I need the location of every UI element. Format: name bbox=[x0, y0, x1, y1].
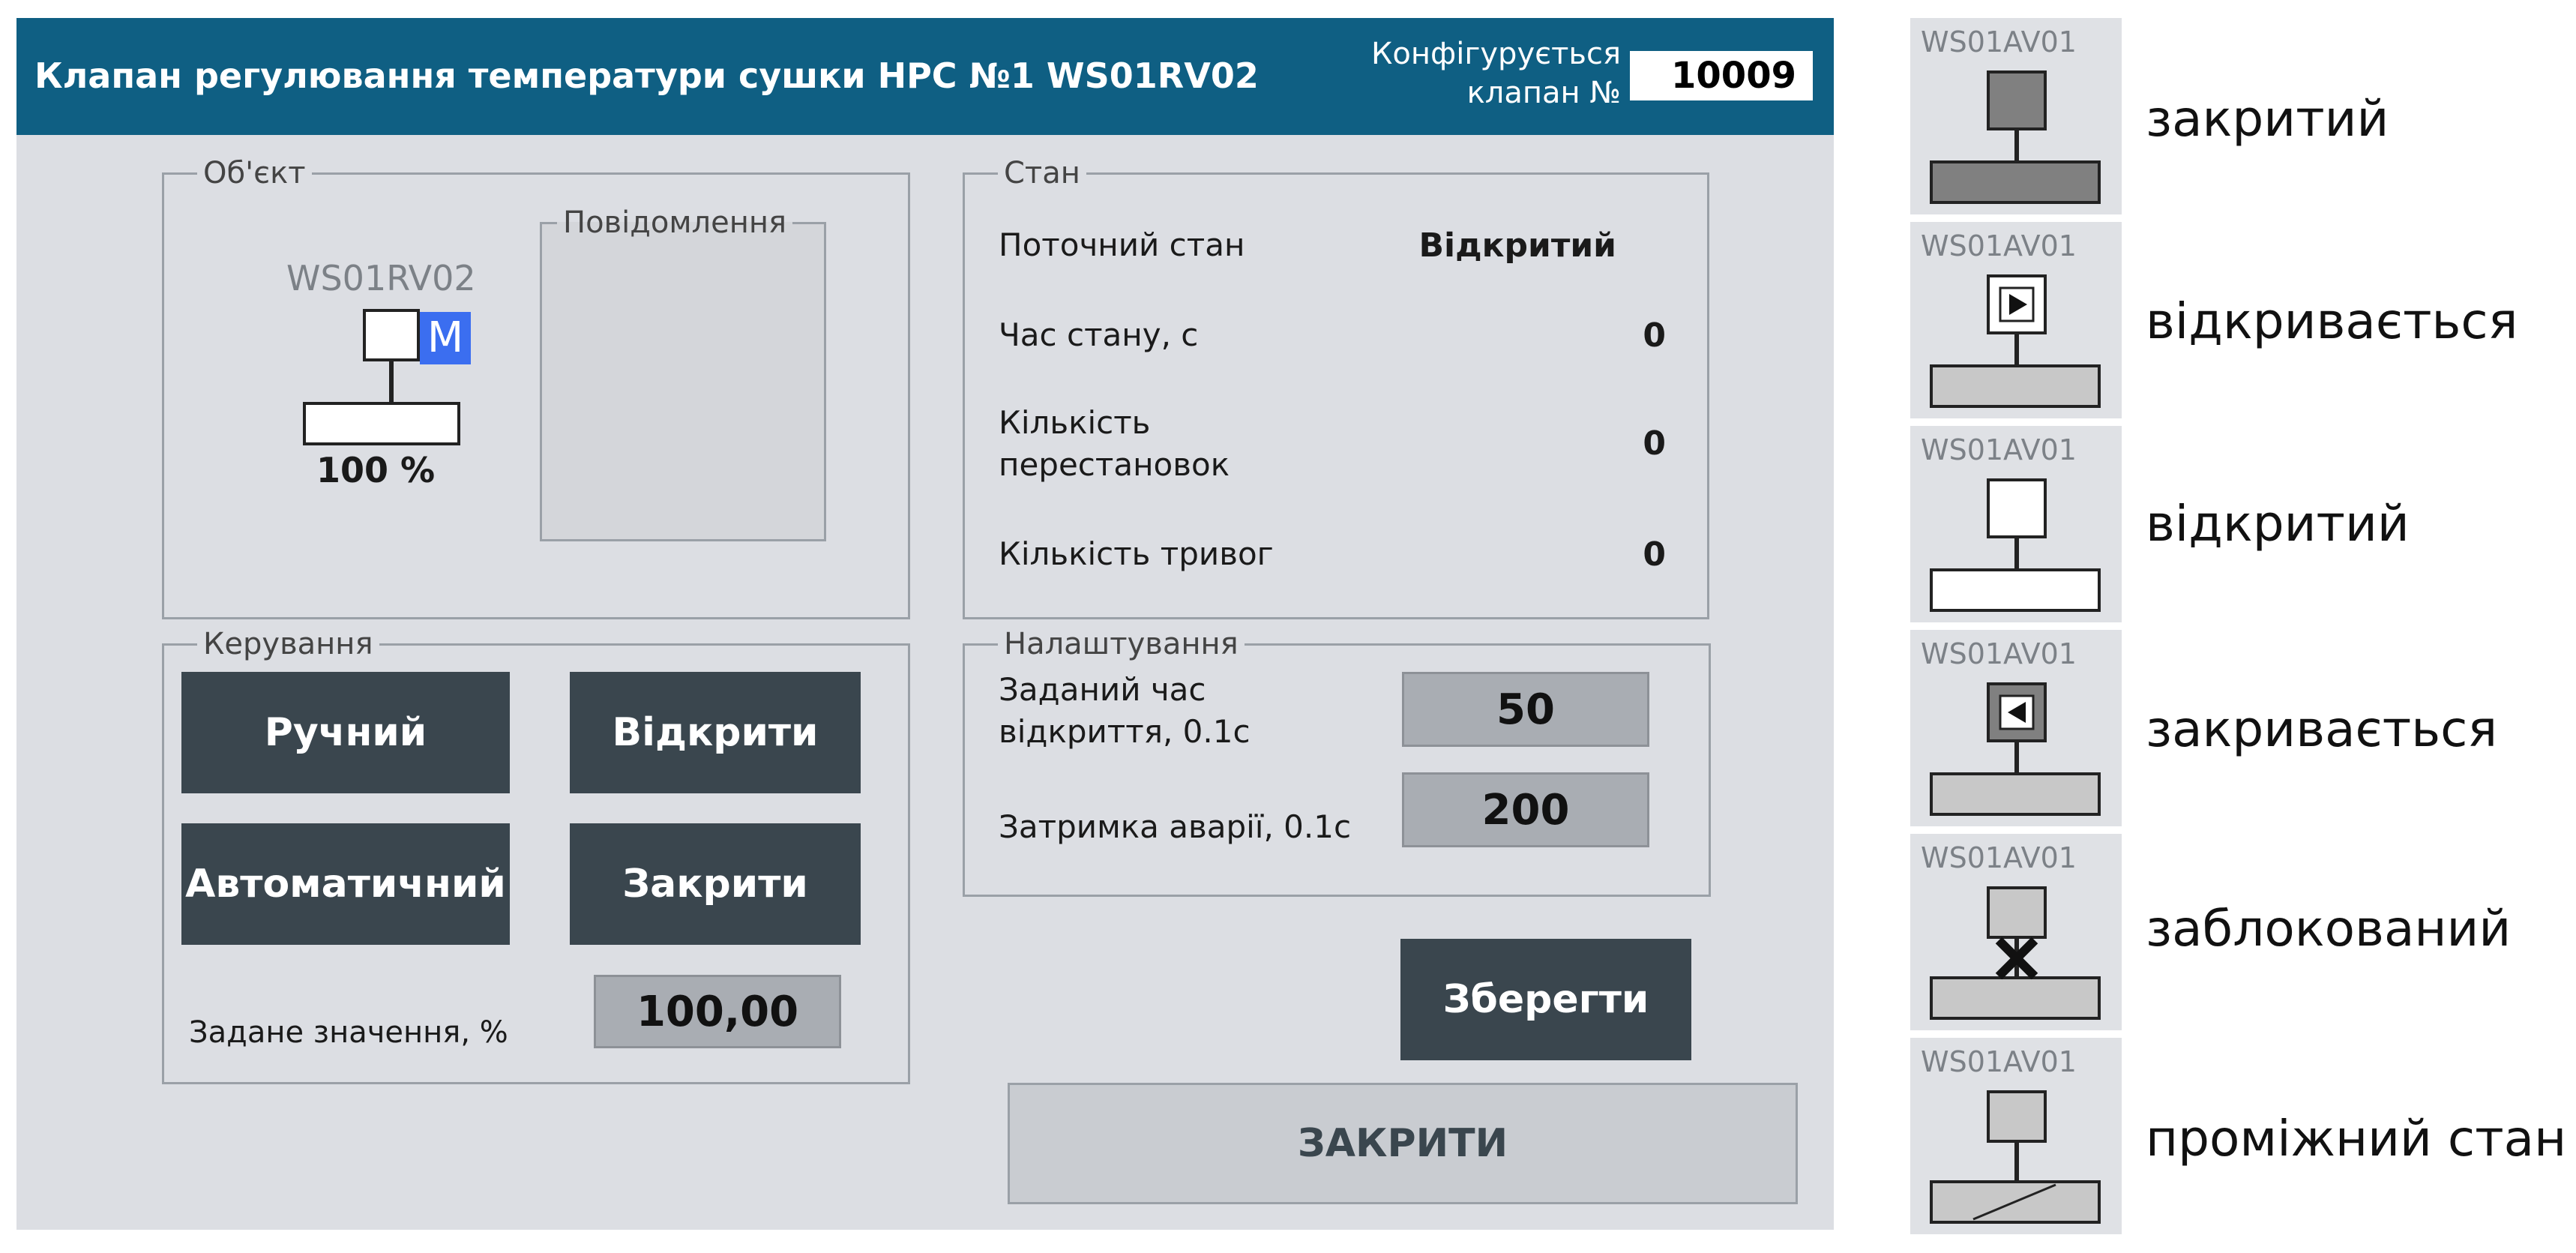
close-valve-button[interactable]: Закрити bbox=[570, 823, 861, 945]
legend-tile-opening: WS01AV01 bbox=[1910, 222, 2122, 418]
valve-closed-icon bbox=[1930, 70, 2101, 204]
alarm-count-value: 0 bbox=[1643, 535, 1666, 574]
legend-label-opening: відкривається bbox=[2146, 292, 2518, 350]
legend-tile-closing: WS01AV01 bbox=[1910, 630, 2122, 826]
config-label-line1: Конфігурується bbox=[1371, 37, 1621, 71]
legend-tag: WS01AV01 bbox=[1921, 1045, 2077, 1078]
switch-count-label: Кількість перестановок bbox=[999, 402, 1230, 486]
valve-blocked-icon bbox=[1930, 886, 2101, 1020]
valve-intermediate-icon bbox=[1930, 1090, 2101, 1224]
setpoint-label: Задане значення, % bbox=[189, 1015, 508, 1050]
settings-group-legend: Налаштування bbox=[1004, 627, 1239, 661]
legend-tag: WS01AV01 bbox=[1921, 433, 2077, 466]
state-time-label: Час стану, с bbox=[999, 316, 1199, 353]
setpoint-input[interactable]: 100,00 bbox=[594, 975, 841, 1048]
auto-mode-button[interactable]: Автоматичний bbox=[181, 823, 510, 945]
switch-count-label-line2: перестановок bbox=[999, 446, 1230, 483]
legend-tile-closed: WS01AV01 bbox=[1910, 18, 2122, 214]
window-title: Клапан регулювання температури сушки НРС… bbox=[34, 55, 1259, 96]
manual-mode-badge: M bbox=[420, 312, 471, 364]
valve-open-icon bbox=[1930, 478, 2101, 612]
valve-tag-label: WS01RV02 bbox=[286, 258, 476, 298]
config-valve-number-field[interactable]: 10009 bbox=[1630, 51, 1813, 100]
manual-mode-button[interactable]: Ручний bbox=[181, 672, 510, 793]
messages-legend: Повідомлення bbox=[563, 205, 787, 240]
valve-faceplate-window: Клапан регулювання температури сушки НРС… bbox=[16, 18, 1834, 1230]
legend-label-closing: закривається bbox=[2146, 700, 2498, 758]
switch-count-label-line1: Кількість bbox=[999, 404, 1151, 441]
legend-tag: WS01AV01 bbox=[1921, 229, 2077, 262]
legend-label-open: відкритий bbox=[2146, 495, 2410, 553]
messages-box: Повідомлення bbox=[540, 205, 826, 541]
open-time-label: Заданий час відкриття, 0.1с bbox=[999, 669, 1251, 753]
legend-label-intermediate: проміжний стан bbox=[2146, 1110, 2567, 1168]
open-time-input[interactable]: 50 bbox=[1402, 672, 1649, 747]
switch-count-value: 0 bbox=[1643, 424, 1666, 463]
config-label-line2: клапан № bbox=[1466, 76, 1621, 110]
legend-tile-intermediate: WS01AV01 bbox=[1910, 1038, 2122, 1234]
legend-label-closed: закритий bbox=[2146, 90, 2389, 148]
alarm-delay-label: Затримка аварії, 0.1с bbox=[999, 808, 1352, 845]
alarm-count-label: Кількість тривог bbox=[999, 535, 1274, 572]
open-time-label-line2: відкриття, 0.1с bbox=[999, 713, 1251, 750]
valve-opening-icon bbox=[1930, 274, 2101, 408]
legend-tag: WS01AV01 bbox=[1921, 841, 2077, 874]
state-group-legend: Стан bbox=[1004, 156, 1080, 190]
close-window-button[interactable]: ЗАКРИТИ bbox=[1008, 1083, 1798, 1204]
valve-position-value: 100 % bbox=[316, 450, 436, 490]
legend-label-blocked: заблокований bbox=[2146, 900, 2512, 958]
current-state-label: Поточний стан bbox=[999, 226, 1245, 263]
legend-tag: WS01AV01 bbox=[1921, 637, 2077, 670]
open-time-label-line1: Заданий час bbox=[999, 671, 1206, 708]
alarm-delay-input[interactable]: 200 bbox=[1402, 772, 1649, 847]
open-valve-button[interactable]: Відкрити bbox=[570, 672, 861, 793]
control-group-legend: Керування bbox=[203, 627, 373, 661]
legend-tag: WS01AV01 bbox=[1921, 25, 2077, 58]
valve-closing-icon bbox=[1930, 682, 2101, 816]
legend-tile-open: WS01AV01 bbox=[1910, 426, 2122, 622]
title-bar: Клапан регулювання температури сушки НРС… bbox=[16, 18, 1834, 135]
settings-group: Налаштування bbox=[963, 627, 1711, 897]
object-group-legend: Об'єкт bbox=[203, 156, 306, 190]
legend-tile-blocked: WS01AV01 bbox=[1910, 834, 2122, 1030]
config-valve-label: Конфігурується клапан № bbox=[1343, 34, 1621, 112]
current-state-value: Відкритий bbox=[1418, 226, 1616, 265]
save-button[interactable]: Зберегти bbox=[1400, 939, 1691, 1060]
state-time-value: 0 bbox=[1643, 316, 1666, 355]
